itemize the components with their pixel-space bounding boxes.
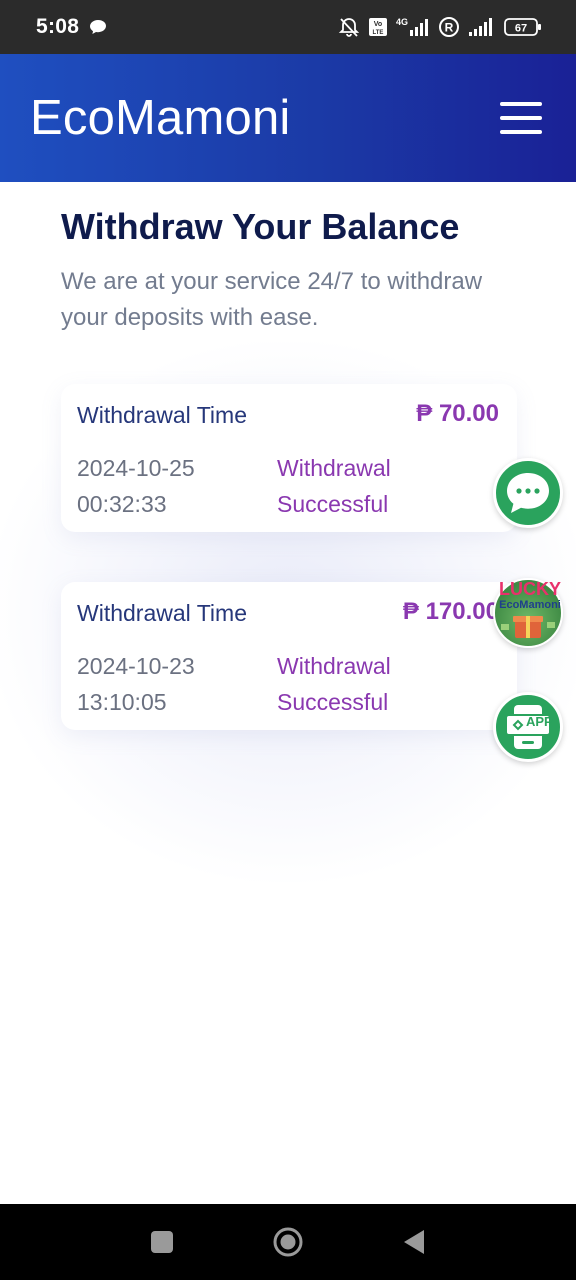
home-circle-icon[interactable]	[271, 1225, 305, 1259]
withdrawal-time-label: Withdrawal Time	[77, 600, 247, 626]
withdrawal-datetime: 2024-10-25 00:32:33	[77, 450, 257, 522]
withdrawal-amount: ₱ 170.00	[402, 598, 499, 625]
svg-text:R: R	[445, 21, 454, 35]
screen: 5:08 Vo LTE 4G R 67 EcoMamoni Withdraw Y…	[0, 0, 576, 1280]
signal-4g-icon: 4G	[396, 16, 430, 38]
withdrawal-status-line2: Successful	[277, 491, 389, 517]
lucky-brand-text: EcoMamoni	[499, 599, 561, 611]
battery-icon: 67	[504, 17, 542, 37]
svg-text:LTE: LTE	[373, 30, 384, 36]
recents-square-icon[interactable]	[145, 1225, 179, 1259]
main-content: Withdraw Your Balance We are at your ser…	[0, 182, 576, 1204]
withdrawal-status-line1: Withdrawal	[277, 455, 391, 481]
hamburger-menu-icon[interactable]	[500, 102, 542, 134]
withdrawal-status-line1: Withdrawal	[277, 653, 391, 679]
chat-support-button[interactable]	[493, 458, 563, 528]
withdrawal-time: 13:10:05	[77, 689, 167, 715]
signal-icon	[468, 17, 496, 37]
withdrawal-status: Withdrawal Successful	[277, 648, 437, 720]
withdrawal-amount: ₱ 70.00	[416, 400, 499, 427]
page-title: Withdraw Your Balance	[61, 206, 460, 247]
withdrawal-card: Withdrawal Time ₱ 170.00 2024-10-23 13:1…	[61, 582, 517, 730]
brand-logo[interactable]: EcoMamoni	[30, 90, 291, 146]
app-label: APP	[526, 714, 553, 729]
back-triangle-icon[interactable]	[397, 1225, 431, 1259]
chat-bubble-icon	[89, 19, 107, 35]
status-bar: 5:08 Vo LTE 4G R 67	[0, 0, 576, 54]
lucky-ecomamoni-button[interactable]: LUCKY EcoMamoni	[493, 578, 563, 648]
withdrawal-card: Withdrawal Time ₱ 70.00 2024-10-25 00:32…	[61, 384, 517, 532]
app-download-button[interactable]: APP	[493, 692, 563, 762]
registered-icon: R	[438, 16, 460, 38]
bell-off-icon	[338, 16, 360, 38]
withdrawal-date: 2024-10-23	[77, 653, 195, 679]
status-time: 5:08	[36, 15, 80, 38]
battery-level: 67	[515, 23, 527, 35]
volte-icon: Vo LTE	[368, 17, 388, 37]
chat-support-icon	[507, 473, 549, 513]
lucky-text: LUCKY	[499, 579, 561, 599]
svg-text:Vo: Vo	[374, 21, 382, 28]
withdrawal-date: 2024-10-25	[77, 455, 195, 481]
page-subtitle: We are at your service 24/7 to withdraw …	[61, 268, 483, 331]
withdrawal-time-label: Withdrawal Time	[77, 402, 247, 428]
withdrawal-datetime: 2024-10-23 13:10:05	[77, 648, 257, 720]
app-header: EcoMamoni	[0, 54, 576, 182]
withdrawal-status-line2: Successful	[277, 689, 389, 715]
svg-text:4G: 4G	[396, 17, 408, 27]
withdrawal-status: Withdrawal Successful	[277, 450, 437, 522]
system-nav-bar	[0, 1204, 576, 1280]
withdrawal-time: 00:32:33	[77, 491, 167, 517]
